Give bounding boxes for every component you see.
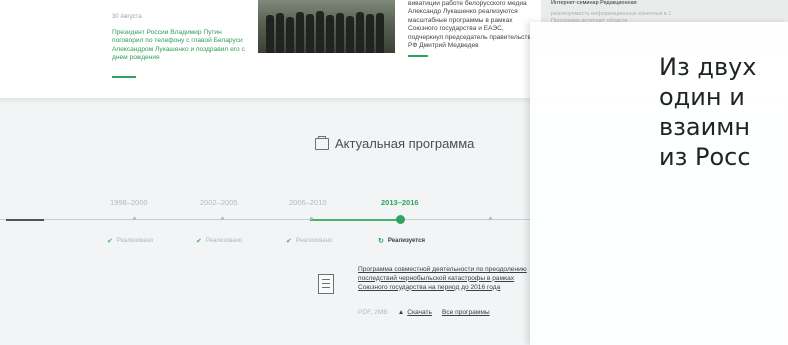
overlay-line: из Росс bbox=[659, 143, 751, 171]
download-button[interactable]: ▲ Скачать bbox=[398, 309, 432, 316]
overlay-line: один и bbox=[659, 83, 745, 111]
check-icon: ✔ bbox=[196, 238, 202, 245]
timeline-active-segment bbox=[310, 219, 400, 221]
news-article-body: Александр Лукашенко реализуются масштабн… bbox=[408, 8, 535, 50]
document-icon bbox=[318, 274, 334, 294]
overlay-line: Из двух bbox=[659, 53, 757, 81]
news-article-text[interactable]: виватиции работе белорусского медиа Алек… bbox=[408, 0, 538, 58]
timeline-track bbox=[0, 219, 540, 220]
news-card[interactable]: 30 Августа Президент России Владимир Пут… bbox=[108, 0, 246, 80]
news-article-line-top: виватиции работе белорусского медиа bbox=[408, 0, 527, 7]
download-link[interactable]: Скачать bbox=[407, 309, 432, 316]
timeline-start-segment bbox=[6, 219, 44, 221]
news-photo[interactable] bbox=[258, 0, 395, 53]
refresh-icon: ↻ bbox=[378, 238, 384, 245]
news-accent-line bbox=[112, 76, 136, 78]
overlay-panel: Из двух один и взаимн из Росс bbox=[530, 22, 788, 345]
section-title: Актуальная программа bbox=[315, 135, 475, 151]
timeline-period-3[interactable]: 2006–2010 bbox=[289, 198, 327, 207]
timeline-active-marker bbox=[396, 215, 405, 224]
overlay-line: взаимн bbox=[659, 113, 751, 141]
timeline-marker bbox=[221, 217, 224, 220]
timeline-period-4[interactable]: 2013–2016 bbox=[381, 198, 419, 207]
status-label: Реализовано bbox=[295, 238, 333, 244]
status-done: ✔ Реализовано bbox=[107, 237, 153, 245]
overlay-text: Из двух один и взаимн из Росс bbox=[659, 52, 788, 172]
program-document-link[interactable]: Программа совместной деятельности по пре… bbox=[358, 266, 540, 292]
status-done: ✔ Реализовано bbox=[286, 237, 332, 245]
news-date: 30 Августа bbox=[112, 14, 142, 20]
right-strip-header: Интернет-семинар Редакционная bbox=[551, 0, 637, 6]
status-label: Реализовано bbox=[116, 238, 154, 244]
file-info: PDF, 2MB bbox=[358, 309, 388, 316]
check-icon: ✔ bbox=[286, 238, 292, 245]
status-label: Реализуется bbox=[387, 238, 425, 244]
timeline-marker bbox=[489, 217, 492, 220]
status-in-progress: ↻ Реализуется bbox=[378, 237, 425, 245]
timeline-period-1[interactable]: 1998–2000 bbox=[110, 198, 148, 207]
all-programs-link[interactable]: Все программы bbox=[442, 309, 490, 316]
timeline-marker bbox=[133, 217, 136, 220]
timeline-period-2[interactable]: 2002–2005 bbox=[200, 198, 238, 207]
download-icon: ▲ bbox=[397, 309, 405, 316]
news-accent-line bbox=[408, 55, 428, 58]
status-done: ✔ Реализовано bbox=[196, 237, 242, 245]
section-title-text: Актуальная программа bbox=[335, 136, 475, 151]
status-label: Реализовано bbox=[205, 238, 243, 244]
briefcase-icon bbox=[315, 135, 329, 150]
timeline-marker bbox=[310, 217, 313, 220]
document-meta: PDF, 2MB ▲ Скачать Все программы bbox=[358, 309, 490, 316]
check-icon: ✔ bbox=[107, 238, 113, 245]
news-headline-link[interactable]: Президент России Владимир Путин поговори… bbox=[112, 29, 248, 63]
